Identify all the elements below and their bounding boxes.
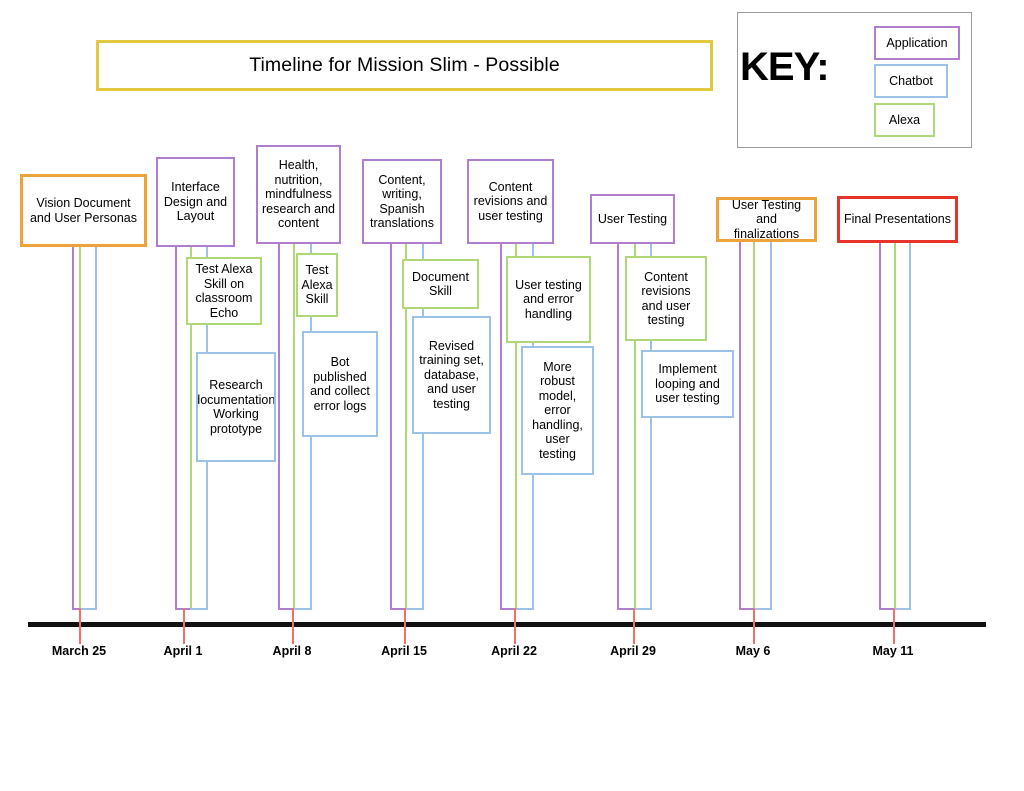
task-box-3-1: Test Alexa Skill (296, 253, 338, 317)
connector-stem (95, 247, 97, 608)
connector-join-right (190, 608, 208, 610)
connector-stem (278, 244, 280, 608)
page-title: Timeline for Mission Slim - Possible (96, 40, 713, 91)
milestone-header-8: Final Presentations (837, 196, 958, 243)
task-box-5-2: More robust model, error handling, user … (521, 346, 594, 475)
date-label-5: April 22 (491, 644, 537, 658)
date-label-8: May 11 (872, 644, 914, 658)
milestone-header-2: Interface Design and Layout (156, 157, 235, 247)
connector-stem (879, 243, 881, 608)
connector-join-right (634, 608, 652, 610)
milestone-header-5: Content revisions and user testing (467, 159, 554, 244)
axis-tick (79, 608, 81, 644)
axis-tick (753, 608, 755, 644)
task-box-4-1: Document Skill (402, 259, 479, 309)
connector-stem (500, 244, 502, 608)
milestone-header-6: User Testing (590, 194, 675, 244)
key-item-application: Application (874, 26, 960, 60)
date-label-4: April 15 (381, 644, 427, 658)
axis-tick (514, 608, 516, 644)
task-box-4-2: Revised training set, database, and user… (412, 316, 491, 434)
key-item-alexa: Alexa (874, 103, 935, 137)
connector-stem (72, 247, 74, 608)
connector-stem (390, 244, 392, 608)
task-box-3-2: Bot published and collect error logs (302, 331, 378, 437)
task-box-6-1: Content revisions and user testing (625, 256, 707, 341)
task-box-2-1: Test Alexa Skill on classroom Echo (186, 257, 262, 325)
connector-join-right (79, 608, 97, 610)
axis-tick (633, 608, 635, 644)
connector-stem (770, 242, 772, 608)
connector-join-right (515, 608, 534, 610)
timeline-axis (28, 622, 986, 627)
milestone-header-1: Vision Document and User Personas (20, 174, 147, 247)
connector-stem (909, 243, 911, 608)
key-item-chatbot: Chatbot (874, 64, 948, 98)
task-box-6-2: Implement looping and user testing (641, 350, 734, 418)
connector-join-right (894, 608, 911, 610)
date-label-7: May 6 (735, 644, 771, 658)
task-box-2-2: Research documentation/ Working prototyp… (196, 352, 276, 462)
date-label-6: April 29 (610, 644, 656, 658)
date-label-2: April 1 (163, 644, 203, 658)
connector-stem (894, 243, 896, 608)
connector-stem (293, 244, 295, 608)
task-box-5-1: User testing and error handling (506, 256, 591, 343)
connector-stem (175, 247, 177, 608)
connector-join-right (405, 608, 424, 610)
connector-stem (739, 242, 741, 608)
axis-tick (292, 608, 294, 644)
connector-stem (753, 242, 755, 608)
connector-join-right (293, 608, 312, 610)
date-label-3: April 8 (272, 644, 312, 658)
connector-stem (617, 244, 619, 608)
date-label-1: March 25 (51, 644, 107, 658)
connector-join-right (753, 608, 772, 610)
milestone-header-7: User Testing and finalizations (716, 197, 817, 242)
axis-tick (404, 608, 406, 644)
milestone-header-3: Health, nutrition, mindfulness research … (256, 145, 341, 244)
timeline-diagram: Timeline for Mission Slim - Possible KEY… (0, 0, 1024, 791)
axis-tick (183, 608, 185, 644)
connector-stem (79, 247, 81, 608)
key-legend-label: KEY: (740, 45, 830, 89)
milestone-header-4: Content, writing, Spanish translations (362, 159, 442, 244)
axis-tick (893, 608, 895, 644)
